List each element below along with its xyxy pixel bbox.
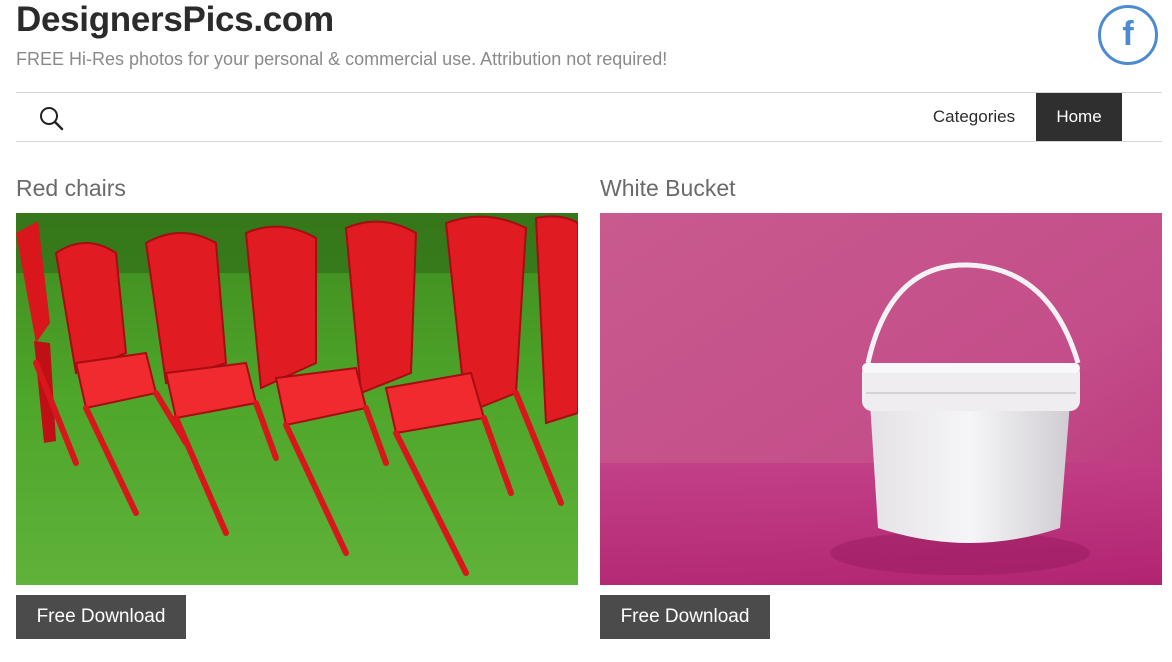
- free-download-button-red-chairs[interactable]: Free Download: [16, 595, 186, 639]
- main-navigation: Categories Home: [16, 92, 1162, 142]
- photo-white-bucket[interactable]: [600, 213, 1162, 585]
- facebook-icon[interactable]: f: [1098, 5, 1158, 65]
- search-icon[interactable]: [36, 103, 66, 133]
- nav-item-categories[interactable]: Categories: [918, 93, 1030, 141]
- facebook-glyph: f: [1122, 15, 1134, 53]
- post-title-white-bucket[interactable]: White Bucket: [600, 172, 736, 204]
- photo-red-chairs[interactable]: [16, 213, 578, 585]
- nav-item-home[interactable]: Home: [1036, 93, 1122, 141]
- site-tagline: FREE Hi-Res photos for your personal & c…: [16, 49, 668, 69]
- free-download-button-white-bucket[interactable]: Free Download: [600, 595, 770, 639]
- page: DesignersPics.com FREE Hi-Res photos for…: [0, 0, 1172, 662]
- post-title-red-chairs[interactable]: Red chairs: [16, 172, 126, 204]
- site-title[interactable]: DesignersPics.com: [16, 0, 334, 40]
